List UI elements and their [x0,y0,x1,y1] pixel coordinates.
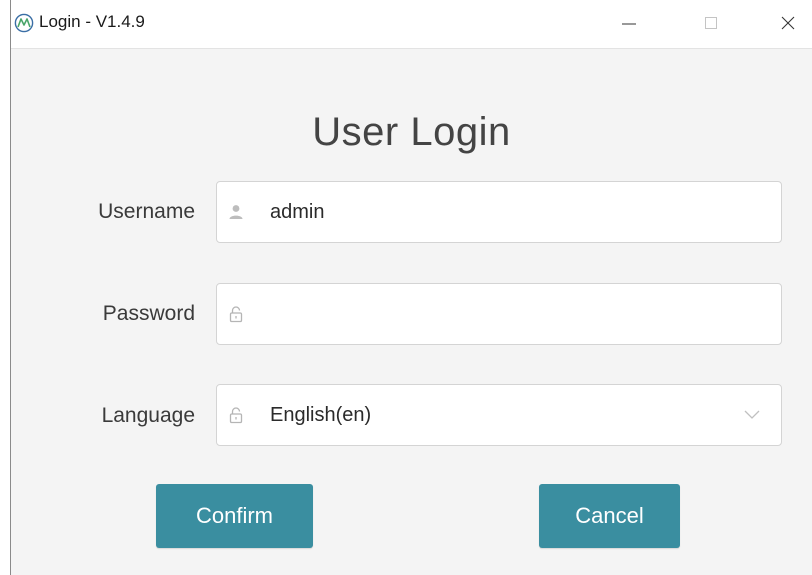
password-label: Password [102,302,195,325]
maximize-icon [705,17,717,29]
username-field[interactable]: admin [216,181,782,243]
username-value: admin [270,201,325,223]
language-value: English(en) [270,404,372,426]
title-bar[interactable]: Login - V1.4.9 [11,0,812,49]
chevron-down-icon[interactable] [743,407,761,421]
minimize-icon [622,23,636,25]
maximize-button[interactable] [691,10,731,36]
cancel-button[interactable]: Cancel [539,484,680,548]
language-select[interactable]: English(en) [216,384,782,446]
password-field[interactable] [216,283,782,345]
confirm-button[interactable]: Confirm [156,484,313,548]
password-input[interactable] [257,292,771,338]
close-button[interactable] [768,10,808,36]
minimize-button[interactable] [609,10,649,36]
lock-icon [227,406,245,424]
language-label: Language [101,404,195,427]
login-window: Login - V1.4.9 User Login Username admin… [10,0,812,575]
lock-icon [227,305,245,323]
username-label: Username [98,200,195,223]
user-icon [227,203,245,221]
window-title: Login - V1.4.9 [39,12,145,31]
app-logo-icon [14,13,34,33]
page-title: User Login [312,110,511,154]
close-icon [781,16,795,30]
